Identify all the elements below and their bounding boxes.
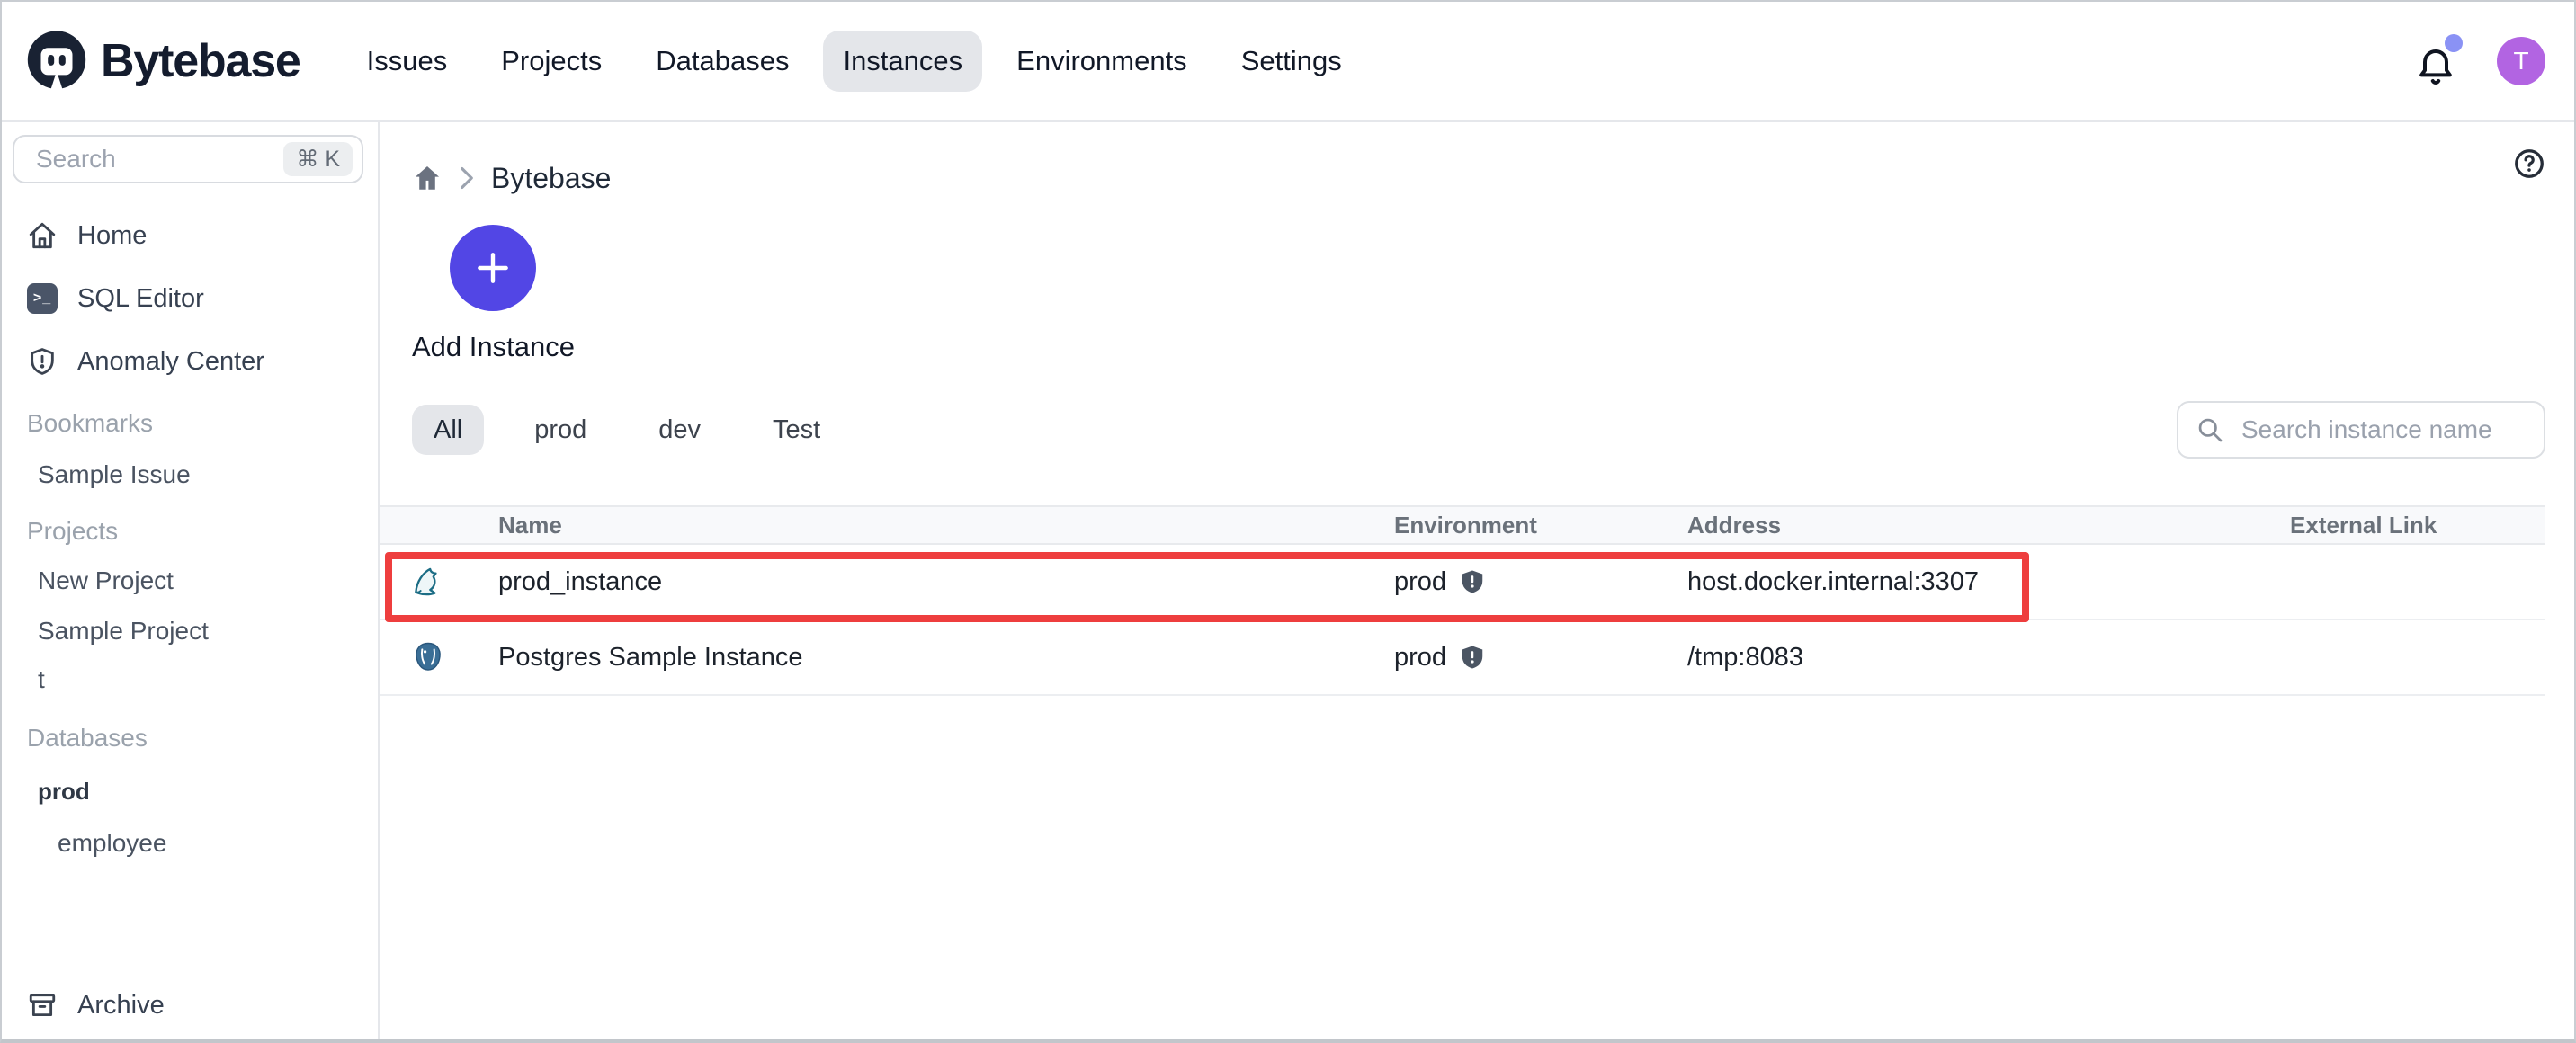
instance-address: /tmp:8083 [1687, 642, 1803, 672]
notification-dot [2445, 34, 2463, 52]
sidebar-item-sql-editor[interactable]: >_ SQL Editor [2, 273, 378, 324]
plus-icon [478, 253, 509, 283]
main-nav: Issues Projects Databases Instances Envi… [347, 31, 1362, 92]
brand-name: Bytebase [101, 35, 301, 87]
environment-label: prod [1394, 566, 1447, 596]
instances-table: Name Environment Address External Link p… [380, 505, 2545, 696]
nav-item-issues[interactable]: Issues [347, 31, 468, 92]
sidebar-item-sample-project[interactable]: Sample Project [2, 617, 378, 646]
table-row-prod-instance[interactable]: prod_instance prod host.docker.internal:… [380, 545, 2545, 620]
sidebar-item-employee[interactable]: employee [2, 829, 378, 858]
filter-tab-test[interactable]: Test [751, 405, 842, 455]
breadcrumb-home-icon[interactable] [412, 163, 443, 193]
sidebar-search-input[interactable] [32, 143, 284, 175]
column-header-environment: Environment [1394, 511, 1537, 539]
add-instance-circle[interactable] [450, 225, 537, 311]
user-avatar[interactable]: T [2497, 37, 2545, 85]
sidebar-item-home[interactable]: Home [2, 210, 378, 261]
column-header-external-link: External Link [2290, 511, 2437, 539]
breadcrumb-current[interactable]: Bytebase [491, 162, 611, 195]
sidebar-item-new-project[interactable]: New Project [2, 566, 378, 595]
notification-bell[interactable] [2414, 34, 2463, 85]
table-row-postgres-sample[interactable]: Postgres Sample Instance prod /tmp:8083 [380, 620, 2545, 696]
top-navbar: Bytebase Issues Projects Databases Insta… [2, 2, 2574, 122]
navbar-right: T [2414, 34, 2545, 85]
nav-item-environments[interactable]: Environments [997, 31, 1207, 92]
nav-item-projects[interactable]: Projects [481, 31, 622, 92]
breadcrumb-chevron-icon [461, 166, 473, 190]
table-header-row: Name Environment Address External Link [380, 505, 2545, 545]
filter-tab-prod[interactable]: prod [513, 405, 608, 455]
sidebar-item-archive[interactable]: Archive [2, 980, 378, 1030]
shield-icon [1462, 646, 1483, 669]
filter-tab-all[interactable]: All [412, 405, 485, 455]
instance-name[interactable]: Postgres Sample Instance [498, 643, 1394, 673]
nav-item-instances[interactable]: Instances [823, 31, 983, 92]
app-window: Bytebase Issues Projects Databases Insta… [0, 0, 2576, 1043]
instances-toolbar: All prod dev Test [412, 401, 2545, 459]
breadcrumb: Bytebase [412, 162, 611, 194]
mysql-icon [415, 567, 437, 596]
nav-item-databases[interactable]: Databases [636, 31, 809, 92]
shield-alert-icon [31, 348, 54, 375]
bytebase-logo-icon [27, 31, 86, 91]
environment-badge: prod [1394, 643, 1687, 673]
sidebar-item-anomaly-center[interactable]: Anomaly Center [2, 336, 378, 387]
instance-address: host.docker.internal:3307 [1687, 566, 1980, 596]
environment-filter-tabs: All prod dev Test [412, 405, 842, 455]
sidebar-search-box[interactable]: ⌘ K [13, 135, 363, 183]
environment-label: prod [1394, 642, 1447, 672]
environment-badge: prod [1394, 567, 1687, 597]
bytebase-logo[interactable]: Bytebase [25, 30, 301, 93]
column-header-address: Address [1687, 511, 1782, 539]
instance-search-box[interactable] [2177, 401, 2545, 459]
add-instance-button[interactable]: Add Instance [412, 225, 575, 363]
keyboard-shortcut-badge: ⌘ K [283, 142, 353, 176]
instance-name[interactable]: prod_instance [498, 567, 1394, 597]
add-instance-label: Add Instance [412, 331, 575, 362]
section-title-databases: Databases [27, 724, 148, 752]
sidebar-item-label: Archive [77, 990, 165, 1020]
home-icon [29, 222, 56, 249]
terminal-icon: >_ [27, 283, 58, 314]
column-header-name: Name [498, 511, 562, 539]
nav-item-settings[interactable]: Settings [1221, 31, 1362, 92]
sidebar-item-label: Home [77, 220, 148, 250]
sidebar-item-prod[interactable]: prod [2, 777, 378, 806]
sidebar-item-label: SQL Editor [77, 283, 204, 313]
section-title-projects: Projects [27, 517, 119, 545]
sidebar-item-label: Anomaly Center [77, 346, 264, 376]
sidebar-item-t[interactable]: t [2, 665, 378, 694]
main-content: Bytebase Add Instance All prod dev Test … [380, 122, 2574, 1039]
sidebar-item-sample-issue[interactable]: Sample Issue [2, 460, 378, 489]
search-icon [2198, 418, 2223, 442]
archive-icon [29, 994, 56, 1017]
section-title-bookmarks: Bookmarks [27, 409, 154, 437]
filter-tab-dev[interactable]: dev [637, 405, 722, 455]
instance-search-input[interactable] [2238, 414, 2529, 446]
shield-icon [1462, 570, 1483, 593]
help-icon[interactable] [2513, 147, 2545, 180]
postgres-icon [416, 642, 441, 671]
sidebar: ⌘ K Home >_ SQL Editor [2, 122, 380, 1039]
